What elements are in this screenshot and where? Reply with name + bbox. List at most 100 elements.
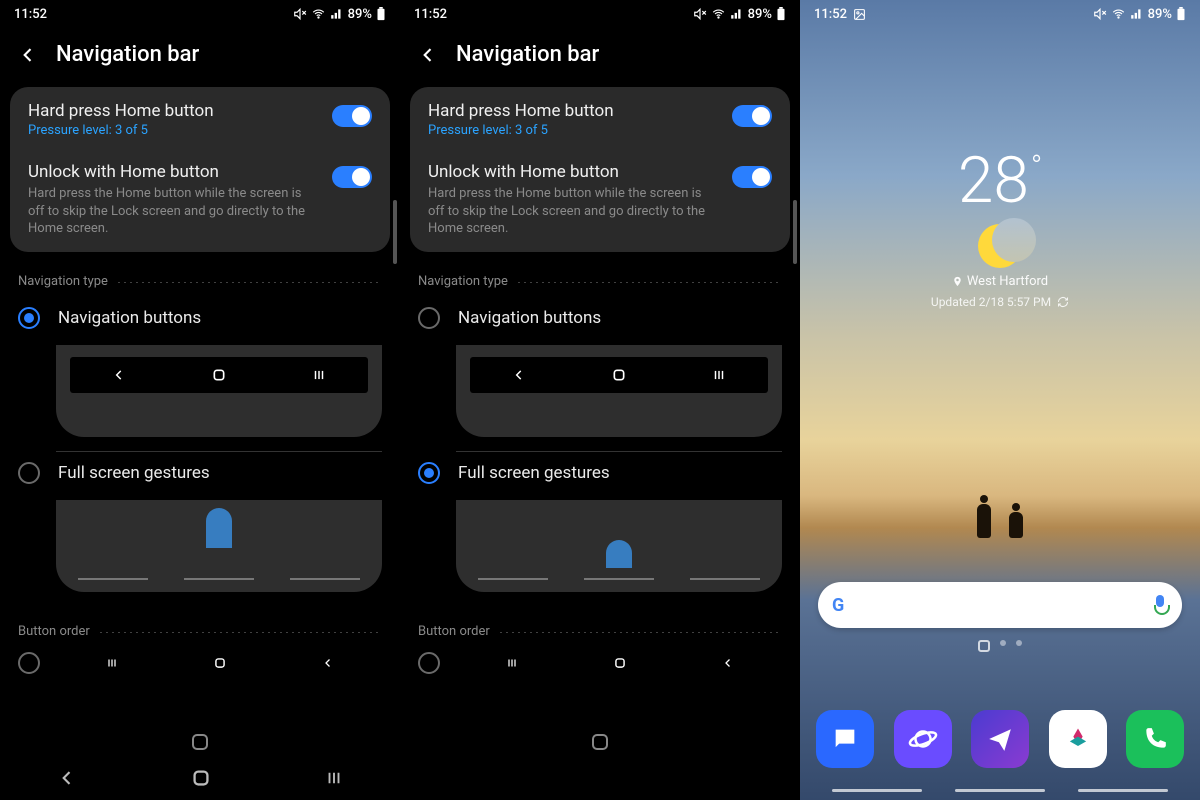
unlock-toggle[interactable] (732, 166, 772, 188)
page-header: Navigation bar (400, 28, 800, 87)
gestures-preview (56, 500, 382, 592)
gallery-app[interactable] (1049, 710, 1107, 768)
hard-press-sub: Pressure level: 3 of 5 (428, 123, 720, 138)
gestures-option[interactable]: Full screen gestures (0, 452, 400, 494)
radio-nav-buttons[interactable] (18, 307, 40, 329)
signal-icon (330, 7, 344, 21)
nav-type-label: Navigation type (18, 274, 108, 289)
updated: Updated 2/18 5:57 PM (800, 295, 1200, 309)
radio-order-1[interactable] (18, 652, 40, 674)
page-header: Navigation bar (0, 28, 400, 87)
phone-app[interactable] (1126, 710, 1184, 768)
hard-press-row[interactable]: Hard press Home button Pressure level: 3… (10, 89, 390, 150)
hard-press-toggle[interactable] (732, 105, 772, 127)
wifi-icon (311, 7, 326, 21)
recents-nav-icon (506, 657, 518, 669)
unlock-label: Unlock with Home button (428, 162, 720, 182)
home-nav-icon (613, 656, 627, 670)
email-app[interactable] (971, 710, 1029, 768)
radio-gestures[interactable] (418, 462, 440, 484)
sys-recents-icon[interactable] (325, 769, 343, 787)
unlock-row[interactable]: Unlock with Home button Hard press the H… (10, 150, 390, 250)
status-time: 11:52 (814, 7, 847, 22)
nav-buttons-option[interactable]: Navigation buttons (400, 297, 800, 339)
moon-icon (978, 224, 1022, 268)
messages-app[interactable] (816, 710, 874, 768)
battery-pct: 89% (1148, 7, 1172, 22)
internet-app[interactable] (894, 710, 952, 768)
gesture-nav-hints[interactable] (832, 789, 1168, 792)
messages-icon (831, 725, 859, 753)
degree-icon: ° (1031, 149, 1042, 184)
system-nav-bar (0, 756, 400, 800)
page-indicator[interactable] (800, 640, 1200, 652)
unlock-row[interactable]: Unlock with Home button Hard press the H… (410, 150, 790, 250)
status-bar: 11:52 89% (400, 0, 800, 28)
temp-value: 28 (958, 143, 1029, 218)
signal-icon (1130, 7, 1144, 21)
battery-pct: 89% (348, 7, 372, 22)
home-indicator-icon (592, 734, 608, 750)
gestures-preview (456, 500, 782, 592)
screenshot-icon (853, 8, 866, 21)
weather-widget[interactable]: 28° West Hartford Updated 2/18 5:57 PM (800, 143, 1200, 309)
nav-type-section: Navigation type (400, 252, 800, 297)
hard-press-row[interactable]: Hard press Home button Pressure level: 3… (410, 89, 790, 150)
hard-press-label: Hard press Home button (28, 101, 320, 121)
status-icons: 89% (1093, 7, 1186, 22)
planet-icon (908, 724, 938, 754)
back-nav-icon (512, 368, 526, 382)
screenshot-home-screen: 11:52 89% 28° West Hartford Updated 2/18… (800, 0, 1200, 800)
dock (800, 710, 1200, 768)
wallpaper-people (800, 478, 1200, 538)
back-nav-icon (322, 657, 334, 669)
gestures-label: Full screen gestures (458, 463, 610, 483)
home-nav-icon (211, 367, 227, 383)
screenshot-settings-gestures: 11:52 89% Navigation bar Hard press Home… (400, 0, 800, 800)
nav-buttons-label: Navigation buttons (458, 308, 601, 328)
scrollbar[interactable] (793, 200, 797, 264)
back-icon[interactable] (18, 45, 38, 65)
swipe-finger-icon (206, 508, 232, 548)
button-order-label: Button order (418, 624, 490, 639)
battery-icon (776, 7, 786, 21)
nav-type-label: Navigation type (418, 274, 508, 289)
unlock-toggle[interactable] (332, 166, 372, 188)
status-bar: 11:52 89% (800, 0, 1200, 28)
nav-type-section: Navigation type (0, 252, 400, 297)
voice-search-icon[interactable] (1152, 595, 1168, 615)
radio-order-1[interactable] (418, 652, 440, 674)
home-page-icon (978, 640, 990, 652)
refresh-icon[interactable] (1057, 296, 1069, 308)
sys-back-icon[interactable] (57, 768, 77, 788)
google-search-bar[interactable]: G (818, 582, 1182, 628)
nav-buttons-preview (56, 345, 382, 437)
back-icon[interactable] (418, 45, 438, 65)
home-button-settings-card: Hard press Home button Pressure level: 3… (410, 87, 790, 252)
radio-gestures[interactable] (18, 462, 40, 484)
home-indicator-icon (192, 734, 208, 750)
gesture-hints (478, 578, 760, 580)
back-nav-icon (722, 657, 734, 669)
radio-nav-buttons[interactable] (418, 307, 440, 329)
temperature: 28° (958, 143, 1042, 218)
mute-icon (1093, 7, 1107, 21)
paper-plane-icon (987, 726, 1013, 752)
sys-home-icon[interactable] (190, 767, 212, 789)
home-nav-icon (213, 656, 227, 670)
google-logo-icon: G (832, 595, 844, 616)
battery-pct: 89% (748, 7, 772, 22)
hard-press-toggle[interactable] (332, 105, 372, 127)
mute-icon (293, 7, 307, 21)
button-order-section: Button order (400, 592, 800, 647)
scrollbar[interactable] (393, 200, 397, 264)
back-nav-icon (112, 368, 126, 382)
page-title: Navigation bar (56, 42, 199, 67)
home-button-settings-card: Hard press Home button Pressure level: 3… (10, 87, 390, 252)
status-time: 11:52 (414, 7, 447, 22)
gestures-option[interactable]: Full screen gestures (400, 452, 800, 494)
divider-dots (498, 632, 782, 633)
gesture-hints (78, 578, 360, 580)
divider-dots (98, 632, 382, 633)
nav-buttons-option[interactable]: Navigation buttons (0, 297, 400, 339)
